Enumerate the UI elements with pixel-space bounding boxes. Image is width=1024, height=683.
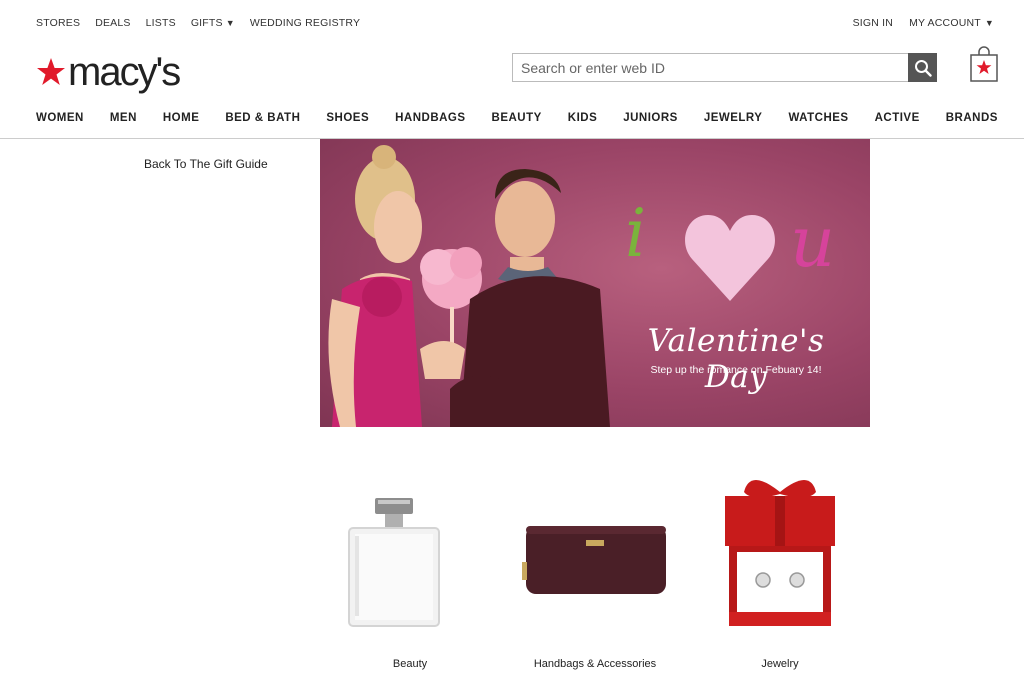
- category-tile-handbags-accessories[interactable]: Handbags & Accessories: [520, 470, 670, 680]
- sign-in-label: SIGN IN: [852, 17, 894, 29]
- nav-item-home[interactable]: HOME: [163, 103, 200, 124]
- nav-item-shoes[interactable]: SHOES: [326, 103, 369, 124]
- utility-nav-right: SIGN IN MY ACCOUNT ▼: [837, 17, 994, 29]
- nav-item-kids[interactable]: KIDS: [568, 103, 597, 124]
- category-label: Handbags & Accessories: [533, 658, 657, 670]
- category-tile-jewelry[interactable]: Jewelry: [705, 470, 855, 680]
- utility-link-lists[interactable]: LISTS: [146, 17, 176, 29]
- hero-i-letter: i: [625, 195, 647, 272]
- nav-item-brands[interactable]: BRANDS: [946, 103, 998, 124]
- category-grid: Beauty Handbags & Accessories Jewelry: [348, 470, 835, 680]
- nav-item-watches[interactable]: WATCHES: [788, 103, 848, 124]
- main-nav: WOMEN MEN HOME BED & BATH SHOES HANDBAGS…: [0, 103, 1024, 139]
- chevron-down-icon: ▼: [984, 18, 994, 28]
- valentines-hero-banner[interactable]: i u Valentine's Day Step up the romance …: [320, 139, 870, 427]
- utility-link-deals[interactable]: DEALS: [95, 17, 130, 29]
- utility-link-stores[interactable]: STORES: [36, 17, 80, 29]
- sign-in-link[interactable]: SIGN IN: [853, 17, 894, 29]
- category-label: Beauty: [392, 658, 428, 670]
- search-bar: [512, 53, 937, 82]
- star-icon: [37, 58, 65, 85]
- search-input[interactable]: [512, 53, 908, 82]
- utility-link-label: WEDDING REGISTRY: [249, 17, 361, 29]
- utility-nav-left: STORES DEALS LISTS GIFTS ▼ WEDDING REGIST…: [36, 17, 375, 29]
- heart-icon: [685, 215, 775, 301]
- shopping-bag-icon: [970, 46, 998, 82]
- nav-item-handbags[interactable]: HANDBAGS: [395, 103, 465, 124]
- nav-item-women[interactable]: WOMEN: [36, 103, 84, 124]
- couple-photo: [328, 145, 610, 427]
- search-button[interactable]: [908, 53, 937, 82]
- nav-item-juniors[interactable]: JUNIORS: [623, 103, 678, 124]
- my-account-label: MY ACCOUNT: [909, 17, 981, 29]
- shopping-bag-button[interactable]: [970, 46, 998, 82]
- utility-link-gifts[interactable]: GIFTS ▼: [191, 17, 235, 29]
- utility-bar: STORES DEALS LISTS GIFTS ▼ WEDDING REGIST…: [0, 0, 1024, 46]
- utility-link-label: STORES: [36, 17, 81, 29]
- hero-tagline: Step up the romance on Febuary 14!: [650, 364, 822, 376]
- logo-wordmark: macy's: [68, 50, 181, 94]
- macys-logo[interactable]: macy's: [36, 50, 181, 94]
- category-label: Jewelry: [761, 658, 799, 670]
- utility-link-label: GIFTS: [190, 17, 223, 29]
- hero-u-letter: u: [790, 201, 836, 283]
- gift-box-earrings-image: [725, 480, 835, 626]
- my-account-menu[interactable]: MY ACCOUNT ▼: [909, 17, 994, 29]
- category-tile-beauty[interactable]: Beauty: [335, 470, 485, 680]
- nav-item-men[interactable]: MEN: [110, 103, 137, 124]
- utility-link-label: LISTS: [145, 17, 176, 29]
- nav-item-jewelry[interactable]: JEWELRY: [704, 103, 763, 124]
- back-to-gift-guide-link[interactable]: Back To The Gift Guide: [144, 157, 268, 171]
- wallet-image: [522, 526, 666, 594]
- hero-title: Valentine's Day: [647, 323, 825, 395]
- search-icon: [914, 59, 932, 77]
- nav-item-bed-bath[interactable]: BED & BATH: [225, 103, 300, 124]
- chevron-down-icon: ▼: [225, 18, 235, 28]
- nav-item-active[interactable]: ACTIVE: [875, 103, 920, 124]
- nav-item-beauty[interactable]: BEAUTY: [492, 103, 542, 124]
- utility-link-wedding-registry[interactable]: WEDDING REGISTRY: [250, 17, 360, 29]
- perfume-bottle-image: [348, 498, 440, 627]
- utility-link-label: DEALS: [95, 17, 131, 29]
